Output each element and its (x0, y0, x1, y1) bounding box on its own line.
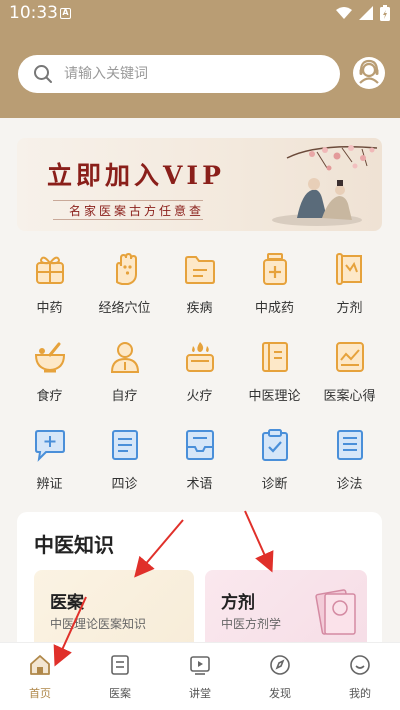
tab-label: 讲堂 (189, 687, 211, 700)
scroll-icon (336, 253, 362, 285)
tab-home[interactable]: 首页 (0, 643, 80, 710)
category-label: 辨证 (36, 477, 63, 492)
search-box[interactable] (18, 55, 340, 93)
tab-label: 我的 (349, 687, 371, 700)
tab-wode[interactable]: 我的 (320, 643, 400, 710)
medicine-bottle-icon (263, 253, 287, 285)
category-label: 四诊 (111, 477, 138, 492)
card-title: 方剂 (221, 593, 255, 613)
prescription-cards-icon (315, 589, 356, 635)
category-label: 诊断 (261, 477, 288, 492)
list-doc-icon (337, 430, 363, 460)
category-label: 方剂 (336, 301, 363, 316)
category-label: 术语 (186, 477, 213, 492)
card-title: 医案 (50, 593, 84, 613)
category-zhongyililun[interactable]: 中医理论 (237, 340, 312, 410)
category-label: 疾病 (186, 301, 213, 316)
avatar-icon[interactable] (352, 56, 386, 90)
card-subtitle: 中医方剂学 (221, 617, 282, 631)
vip-banner[interactable]: 立即加入VIP 名家医案古方任意查 (17, 138, 382, 231)
category-label: 自疗 (111, 389, 138, 404)
mortar-bowl-icon (34, 342, 66, 373)
category-shuyu[interactable]: 术语 (162, 428, 237, 498)
tab-label: 医案 (109, 687, 131, 700)
search-input[interactable] (64, 55, 324, 93)
fire-therapy-icon (186, 342, 214, 372)
wifi-icon (336, 7, 352, 19)
signal-icon (359, 6, 373, 20)
category-zhongchengyao[interactable]: 中成药 (237, 252, 312, 322)
chart-note-icon (336, 342, 364, 372)
category-label: 食疗 (36, 389, 63, 404)
folder-icon (185, 256, 215, 284)
category-label: 中成药 (254, 301, 294, 316)
status-icons (336, 5, 390, 21)
category-label: 火疗 (186, 389, 213, 404)
category-bianzheng[interactable]: 辨证 (12, 428, 87, 498)
tab-label: 首页 (29, 687, 51, 700)
card-subtitle: 中医理论医案知识 (50, 617, 147, 631)
category-yianxinde[interactable]: 医案心得 (312, 340, 387, 410)
status-time: 10:33 (9, 3, 58, 23)
category-huoliao[interactable]: 火疗 (162, 340, 237, 410)
person-icon (110, 342, 140, 373)
category-zhenfa[interactable]: 诊法 (312, 428, 387, 498)
document-icon (112, 430, 138, 460)
tab-label: 发现 (269, 687, 291, 700)
hand-acupoint-icon (116, 252, 137, 285)
knowledge-section: 中医知识 医案 中医理论医案知识 方剂 中医方剂学 (17, 512, 382, 662)
category-fangji[interactable]: 方剂 (312, 252, 387, 322)
header: 10:33 A (0, 0, 400, 118)
banner-title: 立即加入VIP (47, 161, 225, 190)
category-ziliao[interactable]: 自疗 (87, 340, 162, 410)
category-sizhen[interactable]: 四诊 (87, 428, 162, 498)
inbox-icon (186, 430, 214, 460)
smile-icon (350, 655, 370, 675)
search-icon (34, 65, 52, 83)
category-shiliao[interactable]: 食疗 (12, 340, 87, 410)
bottom-tab-bar: 首页 医案 讲堂 发现 我的 (0, 642, 400, 710)
home-icon (30, 655, 50, 675)
category-label: 诊法 (336, 477, 363, 492)
battery-icon (380, 5, 390, 21)
category-zhenduan[interactable]: 诊断 (237, 428, 312, 498)
category-jingluo[interactable]: 经络穴位 (87, 252, 162, 322)
compass-icon (270, 655, 290, 675)
tab-yian[interactable]: 医案 (80, 643, 160, 710)
tab-faxian[interactable]: 发现 (240, 643, 320, 710)
video-icon (190, 656, 210, 675)
status-bar: 10:33 A (0, 0, 400, 28)
herb-box-icon (36, 256, 64, 284)
book-icon (262, 342, 288, 372)
category-label: 中药 (36, 301, 63, 316)
tab-jiangtang[interactable]: 讲堂 (160, 643, 240, 710)
notification-icon: A (60, 8, 71, 19)
category-label: 中医理论 (248, 389, 301, 404)
category-label: 医案心得 (323, 389, 376, 404)
chat-add-icon (35, 430, 65, 462)
clipboard-check-icon (262, 429, 288, 461)
banner-subtitle: 名家医案古方任意查 (69, 204, 205, 218)
category-zhongyao[interactable]: 中药 (12, 252, 87, 322)
section-title: 中医知识 (34, 533, 114, 557)
category-label: 经络穴位 (98, 301, 151, 316)
banner-illustration (272, 145, 378, 226)
category-jibing[interactable]: 疾病 (162, 252, 237, 322)
note-icon (111, 655, 129, 675)
